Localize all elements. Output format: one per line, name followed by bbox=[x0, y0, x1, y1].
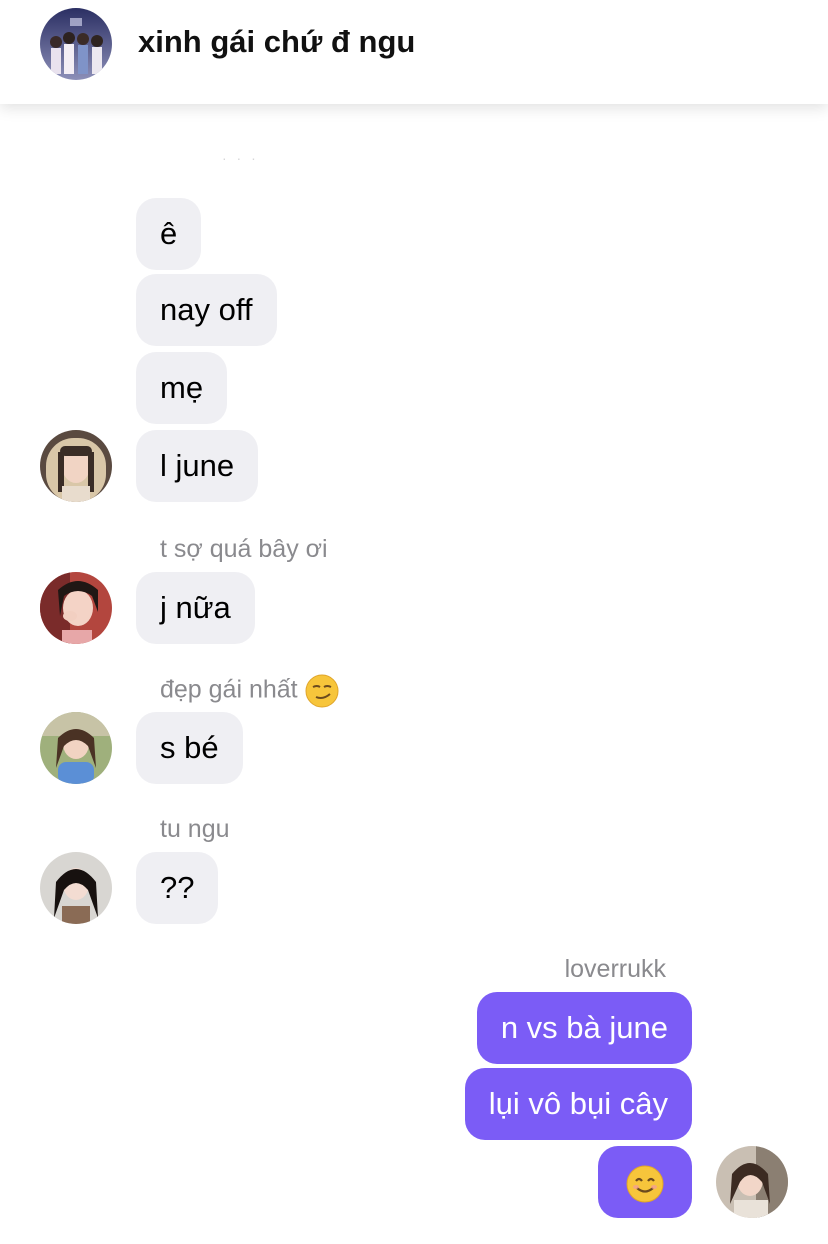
user-photo-icon bbox=[40, 852, 112, 924]
smirking-face-emoji-icon bbox=[305, 674, 339, 708]
faded-preview-text: · · · bbox=[222, 150, 259, 166]
message-bubble-incoming[interactable]: s bé bbox=[136, 712, 243, 784]
message-bubble-outgoing[interactable] bbox=[598, 1146, 692, 1218]
message-bubble-incoming[interactable]: ?? bbox=[136, 852, 219, 924]
self-avatar[interactable] bbox=[716, 1146, 788, 1218]
message-text: n vs bà june bbox=[500, 1010, 668, 1045]
smiling-face-emoji-icon bbox=[626, 1165, 664, 1203]
sender-avatar[interactable] bbox=[40, 712, 112, 784]
message-bubble-incoming[interactable]: mẹ bbox=[136, 352, 228, 424]
user-photo-icon bbox=[716, 1146, 788, 1218]
sender-avatar[interactable] bbox=[40, 430, 112, 502]
group-photo-icon bbox=[40, 8, 112, 80]
group-avatar[interactable] bbox=[40, 8, 112, 80]
sender-avatar[interactable] bbox=[40, 572, 112, 644]
message-text: l june bbox=[160, 448, 235, 483]
message-bubble-outgoing[interactable]: n vs bà june bbox=[476, 992, 692, 1064]
message-bubble-outgoing[interactable]: lụi vô bụi cây bbox=[464, 1068, 692, 1140]
sender-name-self: loverrukk bbox=[564, 955, 666, 983]
sender-name: t sợ quá bây ơi bbox=[160, 535, 328, 563]
sender-name: tu ngu bbox=[160, 815, 230, 843]
message-text: mẹ bbox=[160, 370, 204, 405]
user-photo-icon bbox=[40, 430, 112, 502]
message-bubble-incoming[interactable]: ê bbox=[136, 198, 202, 270]
message-bubble-incoming[interactable]: nay off bbox=[136, 274, 277, 346]
chat-title: xinh gái chứ đ ngu bbox=[138, 24, 416, 59]
message-text: nay off bbox=[160, 292, 253, 327]
chat-header: xinh gái chứ đ ngu bbox=[0, 0, 828, 104]
sender-avatar[interactable] bbox=[40, 852, 112, 924]
user-photo-icon bbox=[40, 572, 112, 644]
message-text: ?? bbox=[160, 870, 195, 905]
user-photo-icon bbox=[40, 712, 112, 784]
message-text: lụi vô bụi cây bbox=[488, 1086, 668, 1121]
message-bubble-incoming[interactable]: j nữa bbox=[136, 572, 255, 644]
message-text: ê bbox=[160, 216, 178, 251]
message-text: j nữa bbox=[160, 590, 231, 625]
message-bubble-incoming[interactable]: l june bbox=[136, 430, 259, 502]
message-text: s bé bbox=[160, 730, 219, 765]
sender-name: đẹp gái nhất bbox=[160, 674, 339, 708]
